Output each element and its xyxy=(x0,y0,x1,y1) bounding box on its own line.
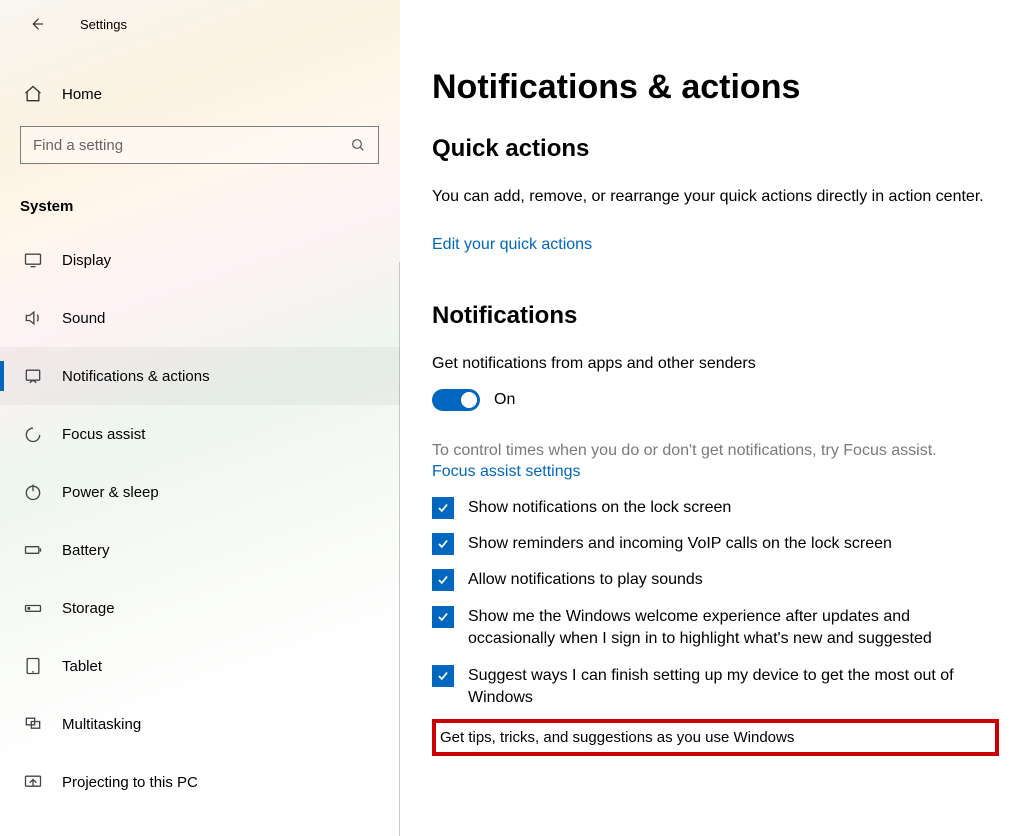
nav-label: Battery xyxy=(62,542,110,559)
checkbox[interactable] xyxy=(432,569,454,591)
toggle-knob xyxy=(461,392,477,408)
notifications-toggle-caption: Get notifications from apps and other se… xyxy=(432,352,999,375)
sidebar-item-notifications[interactable]: Notifications & actions xyxy=(0,347,400,405)
checkbox[interactable] xyxy=(432,533,454,555)
check-row-tips-tricks-highlighted: Get tips, tricks, and suggestions as you… xyxy=(432,719,999,756)
sidebar-item-tablet[interactable]: Tablet xyxy=(0,637,400,695)
search-box[interactable] xyxy=(20,126,379,164)
sidebar-item-focus-assist[interactable]: Focus assist xyxy=(0,405,400,463)
checkbox[interactable] xyxy=(432,665,454,687)
toggle-state-label: On xyxy=(494,391,515,409)
sidebar: Settings Home System Display xyxy=(0,0,400,836)
check-icon xyxy=(436,573,450,587)
checkbox-label: Get tips, tricks, and suggestions as you… xyxy=(440,729,794,746)
checkbox-label: Show notifications on the lock screen xyxy=(468,497,731,519)
projecting-icon xyxy=(22,772,44,792)
sound-icon xyxy=(22,308,44,328)
back-arrow-icon xyxy=(28,15,46,33)
checkbox[interactable] xyxy=(432,606,454,628)
focus-assist-icon xyxy=(22,424,44,444)
checkbox-label: Show reminders and incoming VoIP calls o… xyxy=(468,533,892,555)
search-wrap xyxy=(20,126,380,164)
sidebar-category: System xyxy=(20,198,400,215)
check-row-lock-screen-voip: Show reminders and incoming VoIP calls o… xyxy=(432,533,999,555)
tablet-icon xyxy=(22,656,44,676)
notifications-icon xyxy=(22,366,44,386)
check-row-welcome-experience: Show me the Windows welcome experience a… xyxy=(432,606,999,651)
quick-actions-desc: You can add, remove, or rearrange your q… xyxy=(432,185,999,208)
title-bar: Settings xyxy=(0,0,400,48)
nav-label: Focus assist xyxy=(62,426,145,443)
sidebar-item-display[interactable]: Display xyxy=(0,231,400,289)
checkbox-label: Show me the Windows welcome experience a… xyxy=(468,606,999,651)
home-label: Home xyxy=(62,86,102,103)
home-icon xyxy=(22,84,44,104)
nav-label: Storage xyxy=(62,600,115,617)
battery-icon xyxy=(22,540,44,560)
page-title: Notifications & actions xyxy=(432,68,999,107)
check-icon xyxy=(436,669,450,683)
nav-label: Power & sleep xyxy=(62,484,159,501)
nav-label: Notifications & actions xyxy=(62,368,210,385)
notifications-heading: Notifications xyxy=(432,302,999,330)
search-input[interactable] xyxy=(21,127,338,163)
quick-actions-heading: Quick actions xyxy=(432,135,999,163)
checkbox-label: Suggest ways I can finish setting up my … xyxy=(468,665,999,710)
check-row-finish-setup: Suggest ways I can finish setting up my … xyxy=(432,665,999,710)
nav-label: Display xyxy=(62,252,111,269)
sidebar-item-home[interactable]: Home xyxy=(0,70,400,118)
nav-label: Tablet xyxy=(62,658,102,675)
notification-options: Show notifications on the lock screen Sh… xyxy=(432,497,999,757)
check-icon xyxy=(436,537,450,551)
sidebar-item-multitasking[interactable]: Multitasking xyxy=(0,695,400,753)
search-icon xyxy=(338,137,378,153)
storage-icon xyxy=(22,598,44,618)
app-title: Settings xyxy=(80,17,127,32)
sidebar-item-projecting[interactable]: Projecting to this PC xyxy=(0,753,400,811)
check-row-lock-screen-notifications: Show notifications on the lock screen xyxy=(432,497,999,519)
focus-assist-note: To control times when you do or don't ge… xyxy=(432,439,999,462)
sidebar-item-sound[interactable]: Sound xyxy=(0,289,400,347)
nav-label: Projecting to this PC xyxy=(62,774,198,791)
power-icon xyxy=(22,482,44,502)
back-button[interactable] xyxy=(20,7,54,41)
sidebar-item-power-sleep[interactable]: Power & sleep xyxy=(0,463,400,521)
edit-quick-actions-link[interactable]: Edit your quick actions xyxy=(432,236,592,254)
check-row-play-sounds: Allow notifications to play sounds xyxy=(432,569,999,591)
nav-label: Sound xyxy=(62,310,105,327)
multitasking-icon xyxy=(22,714,44,734)
main-content: Notifications & actions Quick actions Yo… xyxy=(400,0,1019,836)
sidebar-item-storage[interactable]: Storage xyxy=(0,579,400,637)
focus-assist-settings-link[interactable]: Focus assist settings xyxy=(432,463,581,481)
display-icon xyxy=(22,250,44,270)
checkbox[interactable] xyxy=(432,497,454,519)
notifications-toggle[interactable] xyxy=(432,389,480,411)
nav-label: Multitasking xyxy=(62,716,141,733)
checkbox-label: Allow notifications to play sounds xyxy=(468,569,703,591)
check-icon xyxy=(436,610,450,624)
sidebar-item-battery[interactable]: Battery xyxy=(0,521,400,579)
check-icon xyxy=(436,501,450,515)
notifications-toggle-row: On xyxy=(432,389,999,411)
